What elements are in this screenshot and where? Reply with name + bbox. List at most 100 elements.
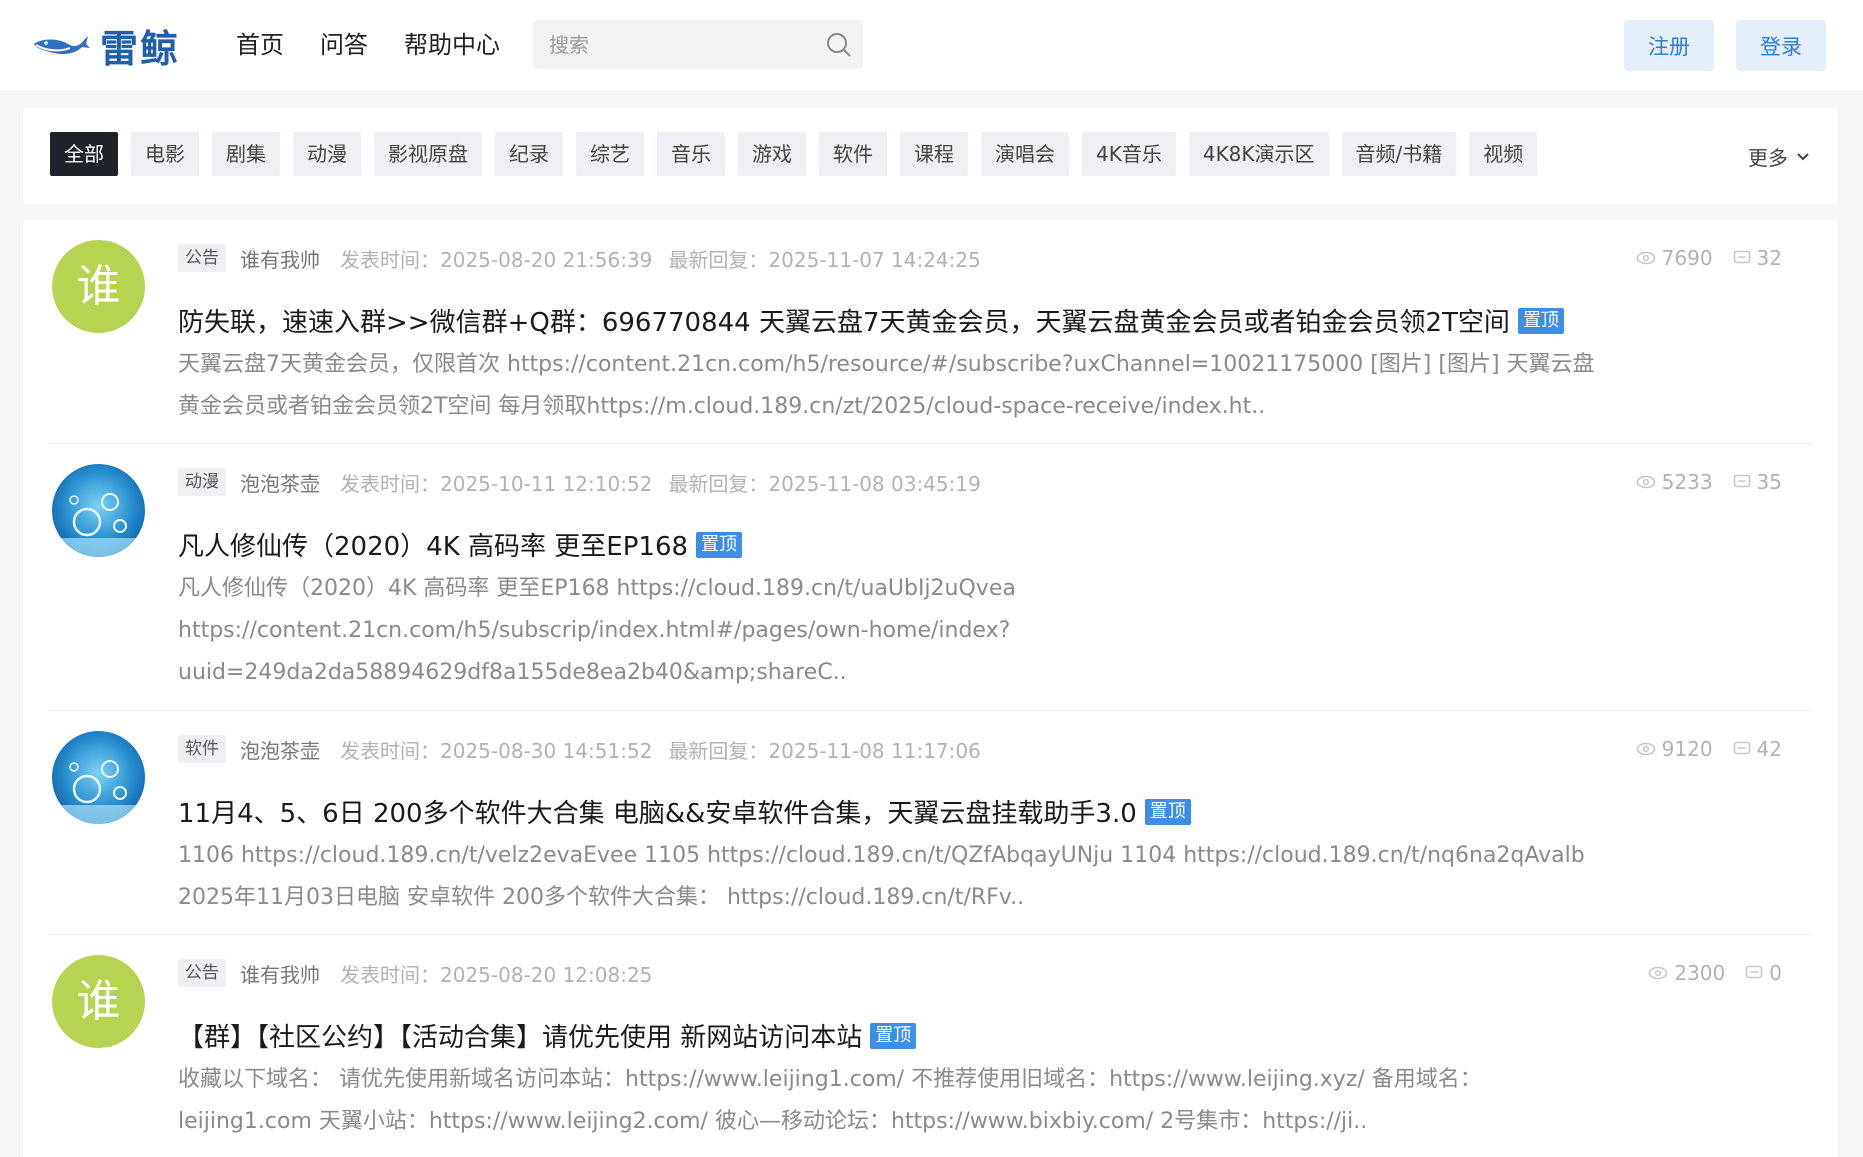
eye-icon (1649, 966, 1668, 980)
post-title[interactable]: 防失联，速速入群>>微信群+Q群：696770844 天翼云盘7天黄金会员，天翼… (178, 302, 1564, 339)
comment-icon (1733, 250, 1750, 264)
category-music[interactable]: 音乐 (657, 132, 725, 176)
category-software[interactable]: 软件 (819, 132, 887, 176)
category-4k8k-demo[interactable]: 4K8K演示区 (1188, 132, 1329, 176)
nav-home[interactable]: 首页 (236, 28, 284, 62)
post-title[interactable]: 11月4、5、6日 200多个软件大合集 电脑&&安卓软件合集，天翼云盘挂载助手… (178, 793, 1191, 830)
excerpt-line: 2025年11月03日电脑 安卓软件 200多个软件大合集： https://c… (178, 885, 1025, 910)
post-item[interactable]: 软件 泡泡茶壶 发表时间：2025-08-30 14:51:52 最新回复：20… (23, 711, 1838, 935)
excerpt-line: 收藏以下域名： 请优先使用新域名访问本站：https://www.leijing… (178, 1067, 1482, 1092)
post-stats: 7690 32 (1616, 243, 1782, 273)
post-meta: 动漫 泡泡茶壶 发表时间：2025-10-11 12:10:52 最新回复：20… (178, 467, 997, 497)
post-excerpt: 收藏以下域名： 请优先使用新域名访问本站：https://www.leijing… (178, 1059, 1598, 1143)
more-categories-button[interactable]: 更多 (1748, 142, 1810, 171)
category-all[interactable]: 全部 (50, 132, 118, 176)
nav-help-center[interactable]: 帮助中心 (404, 28, 500, 62)
main-nav: 首页 问答 帮助中心 (236, 28, 536, 62)
comment-icon (1733, 741, 1750, 755)
pinned-badge: 置顶 (870, 1022, 917, 1049)
pinned-badge: 置顶 (696, 531, 743, 558)
post-stats: 2300 0 (1628, 958, 1782, 988)
bubbles-avatar-icon (52, 731, 145, 824)
comment-count-value: 35 (1756, 470, 1782, 494)
post-item[interactable]: 谁 公告 谁有我帅 发表时间：2025-08-20 12:08:25 2300 … (23, 935, 1838, 1157)
excerpt-line: uuid=249da2da58894629df8a155de8ea2b40&am… (178, 660, 847, 685)
excerpt-line: 天翼云盘7天黄金会员，仅限首次 https://content.21cn.com… (178, 352, 1595, 377)
category-bar: 全部 电影 剧集 动漫 影视原盘 纪录 综艺 音乐 游戏 软件 课程 演唱会 4… (23, 108, 1838, 204)
view-count: 5233 (1636, 470, 1713, 494)
post-author[interactable]: 谁有我帅 (240, 959, 320, 988)
eye-icon (1636, 742, 1655, 756)
category-concerts[interactable]: 演唱会 (981, 132, 1069, 176)
avatar[interactable] (52, 731, 145, 824)
top-header: 雷鲸 首页 问答 帮助中心 注册 登录 (0, 0, 1863, 90)
post-excerpt: 凡人修仙传（2020）4K 高码率 更至EP168 https://cloud.… (178, 568, 1598, 694)
bubbles-avatar-icon (52, 464, 145, 557)
reply-time: 最新回复：2025-11-08 03:45:19 (668, 471, 981, 496)
post-list: 谁 公告 谁有我帅 发表时间：2025-08-20 21:56:39 最新回复：… (23, 220, 1838, 1157)
login-button[interactable]: 登录 (1736, 20, 1826, 71)
post-meta: 公告 谁有我帅 发表时间：2025-08-20 21:56:39 最新回复：20… (178, 243, 997, 273)
view-count-value: 9120 (1661, 737, 1713, 761)
post-stats: 5233 35 (1616, 467, 1782, 497)
reply-time: 最新回复：2025-11-07 14:24:25 (668, 247, 981, 272)
pinned-badge: 置顶 (1144, 798, 1191, 825)
category-video[interactable]: 视频 (1469, 132, 1538, 176)
post-stats: 9120 42 (1616, 734, 1782, 764)
post-title[interactable]: 【群】【社区公约】【活动合集】请优先使用 新网站访问本站 置顶 (178, 1017, 917, 1054)
category-audio-books[interactable]: 音频/书籍 (1341, 132, 1457, 176)
nav-qa[interactable]: 问答 (320, 28, 368, 62)
post-meta: 公告 谁有我帅 发表时间：2025-08-20 12:08:25 (178, 958, 668, 988)
post-title-text[interactable]: 【群】【社区公约】【活动合集】请优先使用 新网站访问本站 (178, 1017, 862, 1054)
avatar[interactable]: 谁 (52, 955, 145, 1048)
post-author[interactable]: 泡泡茶壶 (240, 735, 320, 764)
comment-count: 32 (1733, 246, 1782, 270)
reply-time: 最新回复：2025-11-08 11:17:06 (668, 738, 981, 763)
avatar[interactable]: 谁 (52, 240, 145, 333)
post-tag[interactable]: 公告 (178, 959, 226, 987)
post-title[interactable]: 凡人修仙传（2020）4K 高码率 更至EP168 置顶 (178, 526, 743, 563)
post-title-text[interactable]: 防失联，速速入群>>微信群+Q群：696770844 天翼云盘7天黄金会员，天翼… (178, 302, 1510, 339)
search-icon[interactable] (825, 31, 853, 59)
post-item[interactable]: 动漫 泡泡茶壶 发表时间：2025-10-11 12:10:52 最新回复：20… (23, 444, 1838, 711)
category-games[interactable]: 游戏 (738, 132, 806, 176)
view-count-value: 2300 (1674, 961, 1726, 985)
post-title-text[interactable]: 11月4、5、6日 200多个软件大合集 电脑&&安卓软件合集，天翼云盘挂载助手… (178, 793, 1137, 830)
comment-count: 0 (1745, 961, 1782, 985)
post-tag[interactable]: 软件 (178, 735, 226, 763)
post-time: 发表时间：2025-10-11 12:10:52 (340, 471, 653, 496)
category-documentary[interactable]: 纪录 (495, 132, 563, 176)
avatar[interactable] (52, 464, 145, 557)
search-box (533, 20, 863, 69)
category-4k-music[interactable]: 4K音乐 (1082, 132, 1176, 176)
post-item[interactable]: 谁 公告 谁有我帅 发表时间：2025-08-20 21:56:39 最新回复：… (23, 220, 1838, 444)
post-tag[interactable]: 公告 (178, 244, 226, 272)
category-bluray[interactable]: 影视原盘 (374, 132, 482, 176)
post-author[interactable]: 谁有我帅 (240, 244, 320, 273)
post-author[interactable]: 泡泡茶壶 (240, 468, 320, 497)
register-button[interactable]: 注册 (1624, 20, 1714, 71)
post-time: 发表时间：2025-08-20 21:56:39 (340, 247, 653, 272)
view-count-value: 7690 (1661, 246, 1713, 270)
category-courses[interactable]: 课程 (900, 132, 968, 176)
site-logo[interactable]: 雷鲸 (32, 22, 180, 71)
post-title-text[interactable]: 凡人修仙传（2020）4K 高码率 更至EP168 (178, 526, 688, 563)
excerpt-line: 1106 https://cloud.189.cn/t/velz2evaEvee… (178, 843, 1585, 868)
category-movie[interactable]: 电影 (131, 132, 199, 176)
comment-icon (1733, 474, 1750, 488)
view-count: 7690 (1636, 246, 1713, 270)
post-excerpt: 天翼云盘7天黄金会员，仅限首次 https://content.21cn.com… (178, 344, 1598, 428)
pinned-badge: 置顶 (1517, 307, 1564, 334)
view-count-value: 5233 (1661, 470, 1713, 494)
comment-count-value: 32 (1756, 246, 1782, 270)
post-time: 发表时间：2025-08-20 12:08:25 (340, 962, 653, 987)
comment-count: 42 (1733, 737, 1782, 761)
category-variety[interactable]: 综艺 (576, 132, 644, 176)
category-series[interactable]: 剧集 (212, 132, 280, 176)
category-anime[interactable]: 动漫 (293, 132, 361, 176)
comment-count-value: 0 (1769, 961, 1782, 985)
excerpt-line: 凡人修仙传（2020）4K 高码率 更至EP168 https://cloud.… (178, 576, 1016, 601)
eye-icon (1636, 475, 1655, 489)
post-tag[interactable]: 动漫 (178, 468, 226, 496)
search-input[interactable] (549, 20, 809, 69)
